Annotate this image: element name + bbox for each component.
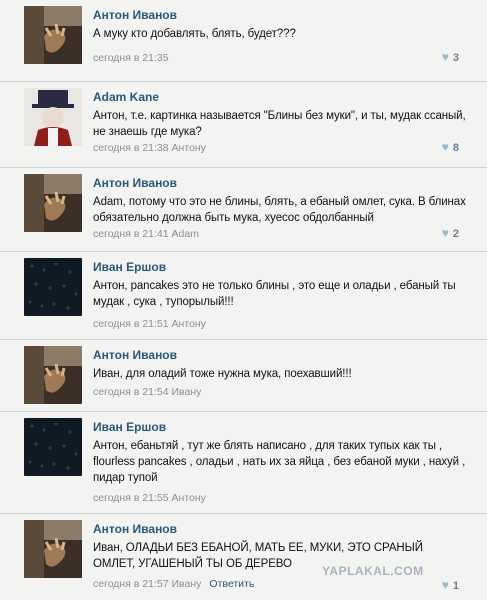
- avatar[interactable]: [24, 520, 82, 578]
- comment-text: Adam, потому что это не блины, блять, а …: [93, 196, 466, 224]
- comment-meta: сегодня в 21:38 Антону: [93, 142, 206, 154]
- comment-item: Иван Ершов Антон, ебаньтяй , тут же блят…: [0, 412, 487, 514]
- like-button[interactable]: ♥ 1: [442, 578, 459, 592]
- comment-text: Антон, ебаньтяй , тут же блять написано …: [93, 440, 466, 484]
- avatar-ivan-image: [24, 258, 82, 316]
- like-button[interactable]: ♥ 8: [442, 140, 459, 154]
- like-button[interactable]: ♥ 3: [442, 50, 459, 64]
- avatar-anton-image: [24, 6, 82, 64]
- comment-author[interactable]: Иван Ершов: [93, 260, 166, 274]
- comment-timestamp[interactable]: сегодня в 21:35: [93, 52, 169, 64]
- avatar[interactable]: [24, 6, 82, 64]
- comment-text: Антон, pancakes это не только блины , эт…: [93, 280, 456, 308]
- like-count: 2: [452, 228, 459, 240]
- avatar[interactable]: [24, 88, 82, 146]
- comment-item: Антон Иванов Иван, ОЛАДЬИ БЕЗ ЕБАНОЙ, МА…: [0, 514, 487, 600]
- comment-author[interactable]: Антон Иванов: [93, 176, 177, 190]
- comment-meta: сегодня в 21:54 Ивану: [93, 386, 201, 398]
- comments-feed: Антон Иванов А муку кто добавлять, блять…: [0, 0, 487, 600]
- avatar-adam-image: [24, 88, 82, 146]
- like-button[interactable]: ♥ 2: [442, 226, 459, 240]
- comment-text: Иван, для оладий тоже нужна мука, поехав…: [93, 368, 352, 380]
- comment-author[interactable]: Антон Иванов: [93, 8, 177, 22]
- avatar-anton-image: [24, 346, 82, 404]
- avatar[interactable]: [24, 258, 82, 316]
- reply-link[interactable]: Ответить: [209, 578, 254, 590]
- heart-icon: ♥: [441, 50, 449, 64]
- comment-text: Антон, т.е. картинка называется "Блины б…: [93, 110, 466, 138]
- comment-item: Иван Ершов Антон, pancakes это не только…: [0, 252, 487, 340]
- comment-author[interactable]: Антон Иванов: [93, 348, 177, 362]
- heart-icon: ♥: [441, 578, 449, 592]
- comment-author[interactable]: Антон Иванов: [93, 522, 177, 536]
- comment-item: Антон Иванов Иван, для оладий тоже нужна…: [0, 340, 487, 412]
- like-count: 1: [452, 580, 459, 592]
- comment-text: А муку кто добавлять, блять, будет???: [93, 28, 296, 40]
- comment-timestamp[interactable]: сегодня в 21:55 Антону: [93, 492, 206, 504]
- like-count: 8: [452, 142, 459, 154]
- comment-item: Антон Иванов А муку кто добавлять, блять…: [0, 0, 487, 82]
- heart-icon: ♥: [441, 140, 449, 154]
- comment-meta: сегодня в 21:51 Антону: [93, 318, 206, 330]
- comment-timestamp[interactable]: сегодня в 21:41 Adam: [93, 228, 199, 240]
- avatar-anton-image: [24, 520, 82, 578]
- comment-timestamp[interactable]: сегодня в 21:51 Антону: [93, 318, 206, 330]
- comment-author[interactable]: Иван Ершов: [93, 420, 166, 434]
- avatar[interactable]: [24, 174, 82, 232]
- avatar[interactable]: [24, 346, 82, 404]
- comment-meta: сегодня в 21:35: [93, 52, 169, 64]
- comment-timestamp[interactable]: сегодня в 21:54 Ивану: [93, 386, 201, 398]
- avatar-anton-image: [24, 174, 82, 232]
- comment-timestamp[interactable]: сегодня в 21:38 Антону: [93, 142, 206, 154]
- comment-meta: сегодня в 21:41 Adam: [93, 228, 199, 240]
- avatar[interactable]: [24, 418, 82, 476]
- like-count: 3: [452, 52, 459, 64]
- comment-item: Антон Иванов Adam, потому что это не бли…: [0, 168, 487, 252]
- heart-icon: ♥: [441, 226, 449, 240]
- comment-author[interactable]: Adam Kane: [93, 90, 159, 104]
- watermark: YAPLAKAL.COM: [322, 564, 424, 578]
- comment-item: Adam Kane Антон, т.е. картинка называетс…: [0, 82, 487, 168]
- comment-timestamp[interactable]: сегодня в 21:57 Ивану: [93, 578, 201, 590]
- avatar-ivan-image: [24, 418, 82, 476]
- comment-meta: сегодня в 21:57 Ивану Ответить: [93, 578, 254, 590]
- comment-meta: сегодня в 21:55 Антону: [93, 492, 206, 504]
